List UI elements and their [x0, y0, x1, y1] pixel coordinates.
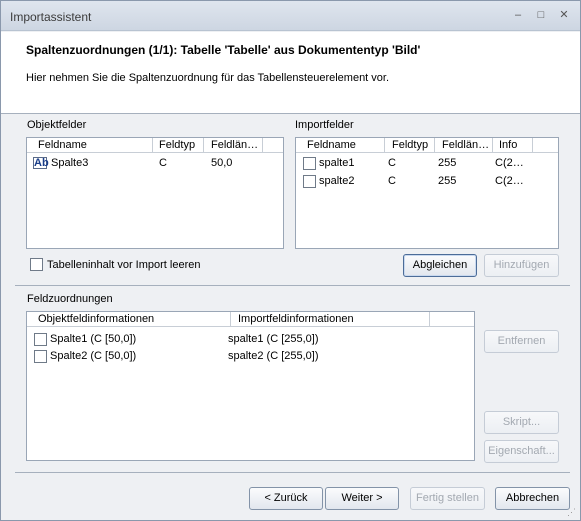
objektfelder-header: Feldname Feldtyp Feldlän…: [27, 138, 283, 153]
window-title: Importassistent: [10, 10, 92, 24]
column-header-info[interactable]: Info: [499, 139, 517, 151]
page-title: Spaltenzuordnungen (1/1): Tabelle 'Tabel…: [26, 43, 421, 57]
field-name: spalte1: [319, 157, 355, 169]
row-checkbox[interactable]: [34, 350, 47, 363]
skript-button[interactable]: Skript...: [484, 411, 559, 434]
eigenschaft-button[interactable]: Eigenschaft...: [484, 440, 559, 463]
field-type: C: [388, 157, 396, 169]
field-length: 255: [438, 175, 457, 187]
feldzuordnungen-label: Feldzuordnungen: [27, 293, 113, 305]
objektfelder-list[interactable]: Feldname Feldtyp Feldlän… Ab Spalte3 C 5…: [26, 137, 284, 249]
column-header-feldlaenge[interactable]: Feldlän…: [211, 139, 258, 151]
feldzuordnungen-header: Objektfeldinformationen Importfeldinform…: [27, 312, 474, 327]
column-header-feldlaenge[interactable]: Feldlän…: [442, 139, 489, 151]
divider: [15, 472, 570, 473]
row-checkbox[interactable]: [34, 333, 47, 346]
import-wizard-window: Importassistent – □ ✕ Spaltenzuordnungen…: [0, 0, 581, 521]
cancel-button[interactable]: Abbrechen: [495, 487, 570, 510]
entfernen-button[interactable]: Entfernen: [484, 330, 559, 353]
column-header-importfeldinformationen[interactable]: Importfeldinformationen: [238, 313, 354, 325]
objektfelder-label: Objektfelder: [27, 119, 87, 131]
page-description: Hier nehmen Sie die Spaltenzuordnung für…: [26, 72, 390, 84]
field-type: C: [159, 157, 167, 169]
field-length: 50,0: [211, 157, 233, 169]
table-row[interactable]: Spalte2 (C [50,0]) spalte2 (C [255,0]): [27, 348, 474, 366]
importfelder-header: Feldname Feldtyp Feldlän… Info: [296, 138, 558, 153]
object-field-info: Spalte2 (C [50,0]): [50, 350, 137, 362]
column-header-feldname[interactable]: Feldname: [38, 139, 87, 151]
list-item[interactable]: spalte2 C 255 C(2…: [296, 173, 558, 191]
row-checkbox[interactable]: [303, 175, 316, 188]
field-info: C(2…: [495, 175, 524, 187]
minimize-icon[interactable]: –: [510, 7, 526, 23]
list-item[interactable]: Ab Spalte3 C 50,0: [27, 155, 283, 173]
clear-table-label[interactable]: Tabelleninhalt vor Import leeren: [47, 259, 200, 271]
close-icon[interactable]: ✕: [556, 7, 572, 23]
resize-grip-icon[interactable]: ⋰: [567, 507, 577, 517]
wizard-header: Spaltenzuordnungen (1/1): Tabelle 'Tabel…: [1, 32, 580, 114]
column-header-objektfeldinformationen[interactable]: Objektfeldinformationen: [38, 313, 154, 325]
divider: [15, 285, 570, 286]
back-button[interactable]: < Zurück: [249, 487, 323, 510]
column-header-feldtyp[interactable]: Feldtyp: [159, 139, 195, 151]
import-field-info: spalte1 (C [255,0]): [228, 333, 319, 345]
text-field-icon: Ab: [33, 157, 49, 169]
column-header-feldtyp[interactable]: Feldtyp: [392, 139, 428, 151]
field-length: 255: [438, 157, 457, 169]
importfelder-list[interactable]: Feldname Feldtyp Feldlän… Info spalte1 C…: [295, 137, 559, 249]
object-field-info: Spalte1 (C [50,0]): [50, 333, 137, 345]
field-info: C(2…: [495, 157, 524, 169]
table-row[interactable]: Spalte1 (C [50,0]) spalte1 (C [255,0]): [27, 331, 474, 349]
feldzuordnungen-list[interactable]: Objektfeldinformationen Importfeldinform…: [26, 311, 475, 461]
next-button[interactable]: Weiter >: [325, 487, 399, 510]
field-type: C: [388, 175, 396, 187]
maximize-icon[interactable]: □: [533, 7, 549, 23]
abgleichen-button[interactable]: Abgleichen: [403, 254, 477, 277]
field-name: Spalte3: [51, 157, 89, 169]
row-checkbox[interactable]: [303, 157, 316, 170]
clear-table-checkbox[interactable]: [30, 258, 43, 271]
import-field-info: spalte2 (C [255,0]): [228, 350, 319, 362]
hinzufuegen-button[interactable]: Hinzufügen: [484, 254, 559, 277]
list-item[interactable]: spalte1 C 255 C(2…: [296, 155, 558, 173]
finish-button[interactable]: Fertig stellen: [410, 487, 485, 510]
column-header-feldname[interactable]: Feldname: [307, 139, 356, 151]
title-bar[interactable]: Importassistent – □ ✕: [1, 1, 580, 31]
importfelder-label: Importfelder: [295, 119, 354, 131]
field-name: spalte2: [319, 175, 355, 187]
